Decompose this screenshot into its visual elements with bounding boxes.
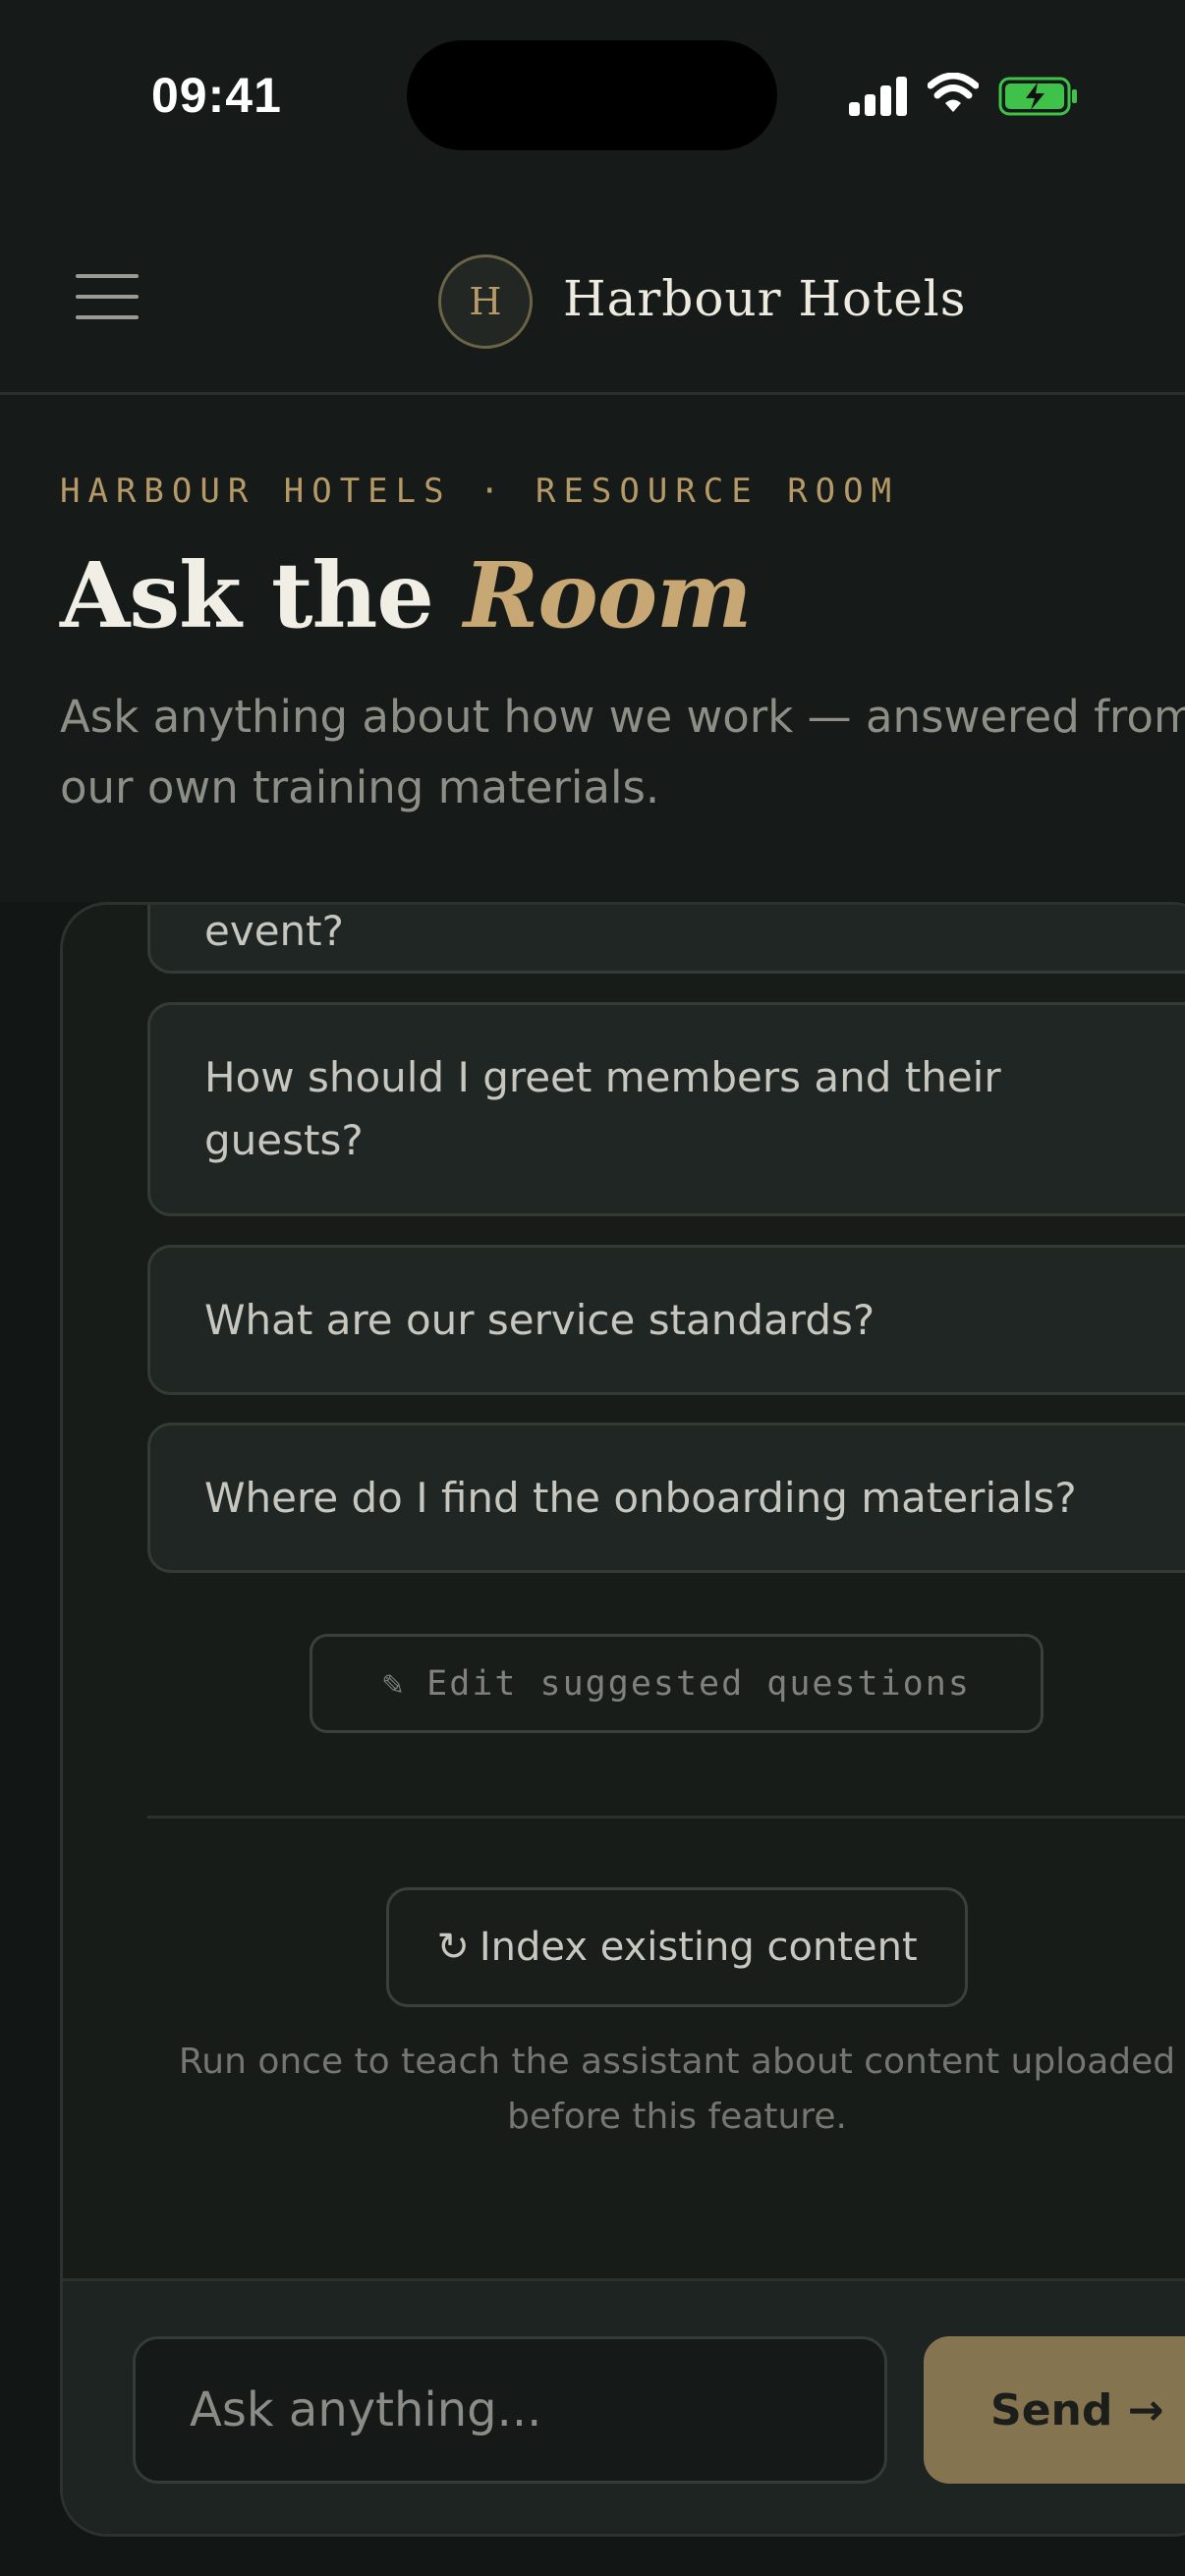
suggested-question-card[interactable]: What's the setup process for a private e…	[147, 905, 1185, 974]
suggested-question-card[interactable]: What are our service standards?	[147, 1245, 1185, 1395]
refresh-icon: ↻	[436, 1925, 470, 1970]
hamburger-menu-icon[interactable]	[76, 274, 139, 319]
page-title: Ask the Room	[60, 542, 753, 648]
brand-name[interactable]: Harbour Hotels	[563, 270, 966, 327]
status-time: 09:41	[151, 68, 282, 123]
logo-mark[interactable]: H	[438, 254, 533, 349]
subtitle-line-1: Ask anything about how we work — answere…	[60, 691, 1185, 743]
suggested-question-text: What's the setup process for a private e…	[204, 907, 344, 955]
status-bar: 09:41	[0, 0, 1185, 192]
hero-section: HARBOUR HOTELS · RESOURCE ROOM Ask the R…	[0, 395, 1185, 902]
chat-panel: What's the setup process for a private e…	[60, 902, 1185, 2537]
app-header: H Harbour Hotels	[0, 192, 1185, 395]
subtitle-line-2: our own training materials.	[60, 761, 660, 813]
index-button-label: Index existing content	[479, 1925, 918, 1970]
divider	[147, 1816, 1185, 1819]
suggested-question-card[interactable]: Where do I find the onboarding materials…	[147, 1423, 1185, 1573]
suggested-question-card[interactable]: How should I greet members and their gue…	[147, 1002, 1185, 1216]
suggested-question-text: Where do I find the onboarding materials…	[204, 1473, 1077, 1522]
edit-suggested-questions-button[interactable]: ✎ Edit suggested questions	[310, 1634, 1044, 1733]
send-button[interactable]: Send →	[924, 2336, 1185, 2484]
page-subtitle: Ask anything about how we work — answere…	[60, 682, 1185, 829]
battery-charging-icon	[998, 77, 1077, 116]
composer: Send →	[63, 2278, 1185, 2534]
dynamic-island	[407, 40, 777, 150]
wifi-icon	[928, 73, 979, 112]
title-plain: Ask the	[60, 542, 464, 648]
signal-icon	[849, 77, 908, 116]
title-accent: Room	[463, 542, 753, 648]
suggested-question-text: What are our service standards?	[204, 1295, 875, 1344]
suggested-question-text: How should I greet members and their gue…	[204, 1053, 1001, 1164]
eyebrow-label: HARBOUR HOTELS · RESOURCE ROOM	[60, 472, 900, 511]
index-existing-content-button[interactable]: ↻ Index existing content	[386, 1887, 968, 2007]
pencil-icon: ✎	[382, 1663, 406, 1704]
ask-input[interactable]	[133, 2336, 887, 2484]
index-help-text: Run once to teach the assistant about co…	[178, 2042, 1176, 2137]
edit-button-label: Edit suggested questions	[426, 1663, 971, 1704]
